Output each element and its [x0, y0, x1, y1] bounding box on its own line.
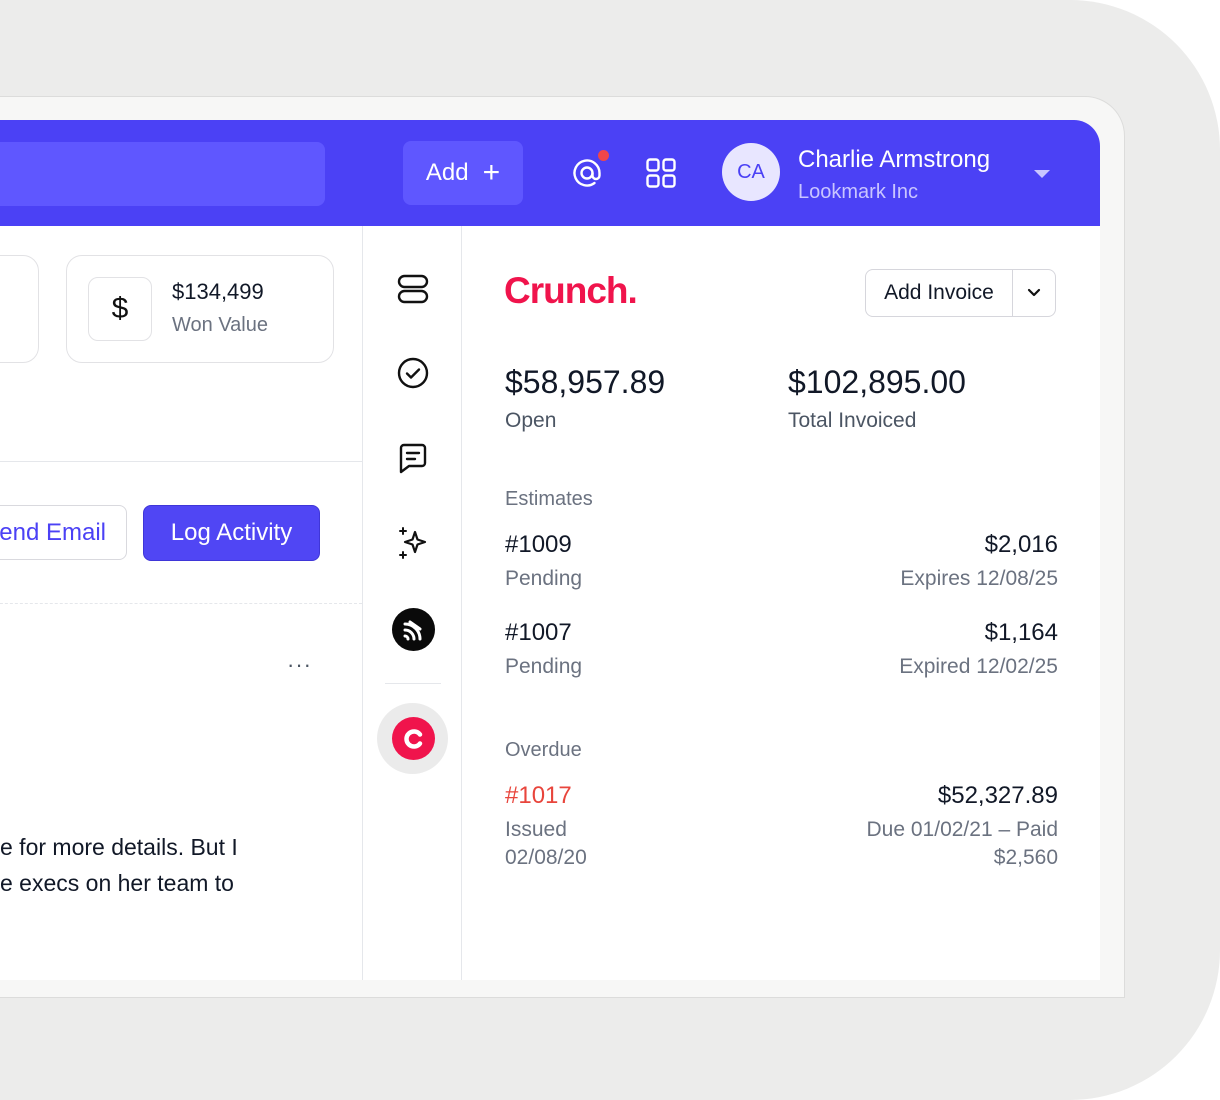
add-invoice-split-button: Add Invoice — [865, 269, 1056, 317]
message-icon[interactable] — [397, 442, 429, 474]
open-label: Open — [505, 409, 557, 432]
mention-icon[interactable] — [570, 156, 604, 190]
total-invoiced-label: Total Invoiced — [788, 409, 917, 432]
user-name[interactable]: Charlie Armstrong — [798, 146, 990, 174]
notification-dot — [598, 150, 609, 161]
more-options-icon[interactable]: ··· — [287, 652, 312, 678]
estimate-expiry: Expired 12/02/25 — [899, 655, 1058, 678]
add-invoice-dropdown[interactable] — [1013, 288, 1055, 298]
check-circle-icon[interactable] — [397, 357, 429, 389]
top-bar: Add + CA Charlie Armstrong Lookmark Inc — [0, 120, 1100, 226]
open-amount: $58,957.89 — [505, 364, 666, 400]
log-activity-button[interactable]: Log Activity — [143, 505, 320, 561]
estimate-status: Pending — [505, 567, 583, 590]
stat-card-won-value: $ $134,499 Won Value — [66, 255, 334, 363]
send-email-button[interactable]: end Email — [0, 505, 127, 560]
stat-card-partial — [0, 255, 39, 363]
rail-divider — [385, 683, 441, 684]
integration-icon[interactable] — [392, 608, 435, 651]
crunch-icon[interactable] — [392, 717, 435, 760]
estimate-expiry: Expires 12/08/25 — [900, 567, 1058, 590]
overdue-issued-date: 02/08/20 — [505, 846, 587, 869]
total-invoiced-amount: $102,895.00 — [788, 364, 966, 400]
overdue-paid-amount: $2,560 — [993, 846, 1058, 869]
note-text-line-2: е execs on her team to — [0, 870, 234, 896]
note-text-line-1: e for more details. But I — [0, 834, 238, 860]
apps-grid-icon[interactable] — [646, 158, 676, 188]
stack-icon[interactable] — [397, 273, 429, 305]
avatar[interactable]: CA — [722, 143, 780, 201]
search-input[interactable] — [0, 142, 325, 206]
add-button-label: Add — [425, 159, 469, 186]
chevron-down-icon[interactable] — [1034, 170, 1050, 178]
overdue-due-info: Due 01/02/21 – Paid — [866, 818, 1058, 841]
add-invoice-button[interactable]: Add Invoice — [866, 281, 1012, 305]
divider — [0, 461, 362, 462]
estimate-status: Pending — [505, 655, 583, 678]
plus-icon: + — [482, 156, 501, 189]
sparkles-icon[interactable] — [397, 526, 431, 560]
estimate-amount: $1,164 — [984, 619, 1058, 646]
estimate-number[interactable]: #1007 — [505, 619, 572, 647]
estimates-heading: Estimates — [505, 488, 593, 510]
won-value-label: Won Value — [172, 314, 268, 336]
dotted-divider — [0, 603, 362, 604]
chevron-down-icon — [1027, 288, 1041, 297]
overdue-heading: Overdue — [505, 739, 582, 761]
estimate-amount: $2,016 — [984, 531, 1058, 558]
user-company: Lookmark Inc — [798, 181, 919, 203]
overdue-amount: $52,327.89 — [937, 782, 1058, 809]
add-button[interactable]: Add + — [403, 141, 523, 205]
overdue-status: Issued — [505, 818, 567, 841]
dollar-icon: $ — [88, 277, 152, 341]
app-screen: Add + CA Charlie Armstrong Lookmark Inc … — [0, 120, 1100, 980]
app-rail — [362, 226, 462, 980]
overdue-invoice-number[interactable]: #1017 — [505, 782, 572, 810]
estimate-number[interactable]: #1009 — [505, 531, 572, 559]
crunch-logo: Crunch. — [504, 270, 638, 311]
won-value-amount: $134,499 — [172, 279, 264, 304]
